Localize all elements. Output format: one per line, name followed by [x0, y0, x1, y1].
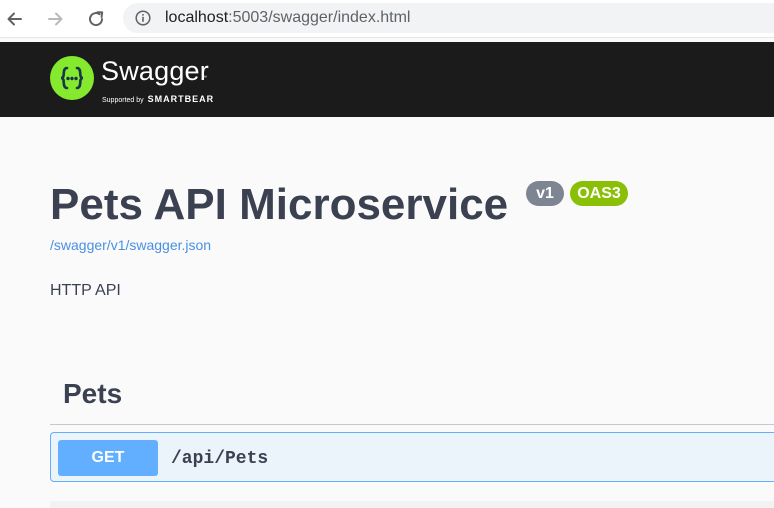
tag-header-pets[interactable]: Pets: [50, 366, 774, 425]
logo-supported-by: Supported by SMARTBEAR: [102, 95, 214, 105]
back-button[interactable]: [1, 5, 29, 33]
tag-name: Pets: [63, 378, 123, 409]
forward-button[interactable]: [41, 5, 69, 33]
method-badge: GET: [58, 440, 158, 476]
arrow-left-icon: [7, 12, 22, 26]
arrow-right-icon: [48, 12, 63, 26]
url-host: localhost: [165, 9, 229, 26]
operation-get-api-pets[interactable]: GET /api/Pets: [50, 432, 774, 482]
supported-by-text: Supported by: [102, 97, 144, 104]
oas-badge: OAS3: [570, 181, 628, 206]
url-path: :5003/swagger/index.html: [228, 9, 411, 26]
version-badge: v1: [526, 181, 564, 206]
api-title: Pets API Microservice: [50, 180, 509, 229]
reload-button[interactable]: [82, 5, 110, 33]
reload-icon: [89, 11, 104, 27]
logo-name[interactable]: Swagger: [101, 55, 209, 87]
spec-link[interactable]: /swagger/v1/swagger.json: [50, 236, 211, 254]
browser-toolbar: localhost:5003/swagger/index.html: [0, 0, 774, 38]
next-operation-edge: [50, 501, 774, 508]
swagger-logo-icon[interactable]: [50, 56, 94, 100]
brand-name: SMARTBEAR: [147, 94, 215, 104]
logo-trademark: ™: [202, 75, 207, 81]
address-bar[interactable]: localhost:5003/swagger/index.html: [123, 3, 774, 33]
operation-path: /api/Pets: [171, 449, 269, 469]
info-icon[interactable]: [135, 10, 151, 26]
url-text[interactable]: localhost:5003/swagger/index.html: [165, 9, 410, 27]
api-description: HTTP API: [50, 282, 121, 299]
swagger-topbar: Swagger ™ Supported by SMARTBEAR: [0, 42, 774, 117]
